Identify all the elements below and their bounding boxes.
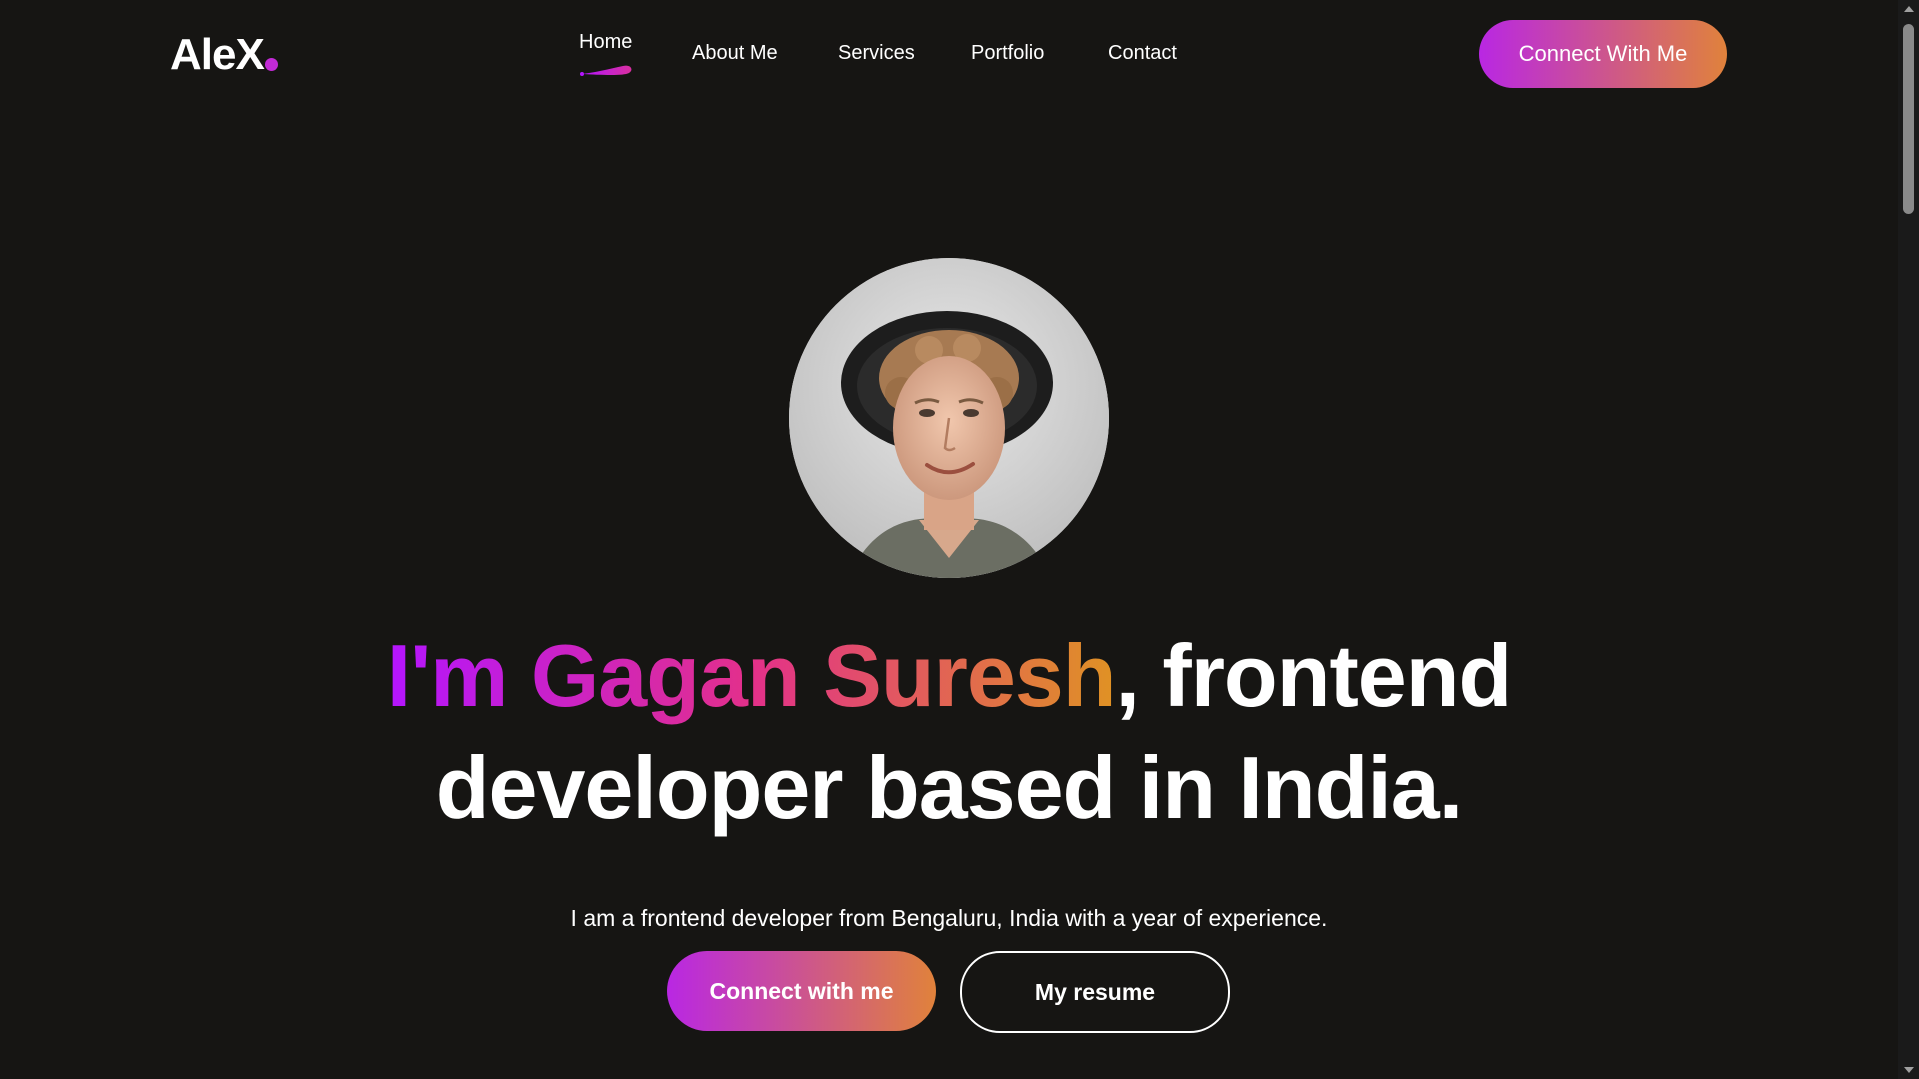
navbar: AleX Home About Me Services Portfolio Co… (0, 0, 1898, 110)
scrollbar[interactable] (1898, 0, 1919, 1079)
swoosh-underline-icon (580, 65, 632, 76)
nav-item-contact[interactable]: Contact (1108, 42, 1177, 65)
hero-description: I am a frontend developer from Bengaluru… (570, 905, 1328, 931)
nav-item-about[interactable]: About Me (692, 42, 778, 65)
hero-actions: Connect with me My resume (0, 951, 1898, 1033)
page: AleX Home About Me Services Portfolio Co… (0, 0, 1898, 1079)
hero-title-rest: , frontend (1115, 626, 1512, 725)
nav-item-portfolio[interactable]: Portfolio (971, 42, 1044, 65)
nav-item-services[interactable]: Services (838, 42, 915, 65)
scroll-thumb[interactable] (1903, 24, 1914, 214)
logo-dot (265, 58, 278, 71)
hero-title-line2: developer based in India. (435, 738, 1463, 837)
hero-title: I'm Gagan Suresh, frontend developer bas… (0, 620, 1898, 844)
logo[interactable]: AleX (170, 28, 265, 82)
triangle-down-icon[interactable] (1898, 1061, 1919, 1079)
triangle-up-icon[interactable] (1898, 0, 1919, 18)
nav-item-home[interactable]: Home (579, 31, 632, 54)
resume-button[interactable]: My resume (960, 951, 1230, 1033)
avatar (789, 258, 1109, 578)
connect-button[interactable]: Connect with me (667, 951, 936, 1031)
avatar-photo (789, 258, 1109, 578)
hero-name: I'm Gagan Suresh (386, 626, 1117, 725)
nav-connect-button[interactable]: Connect With Me (1479, 20, 1727, 88)
